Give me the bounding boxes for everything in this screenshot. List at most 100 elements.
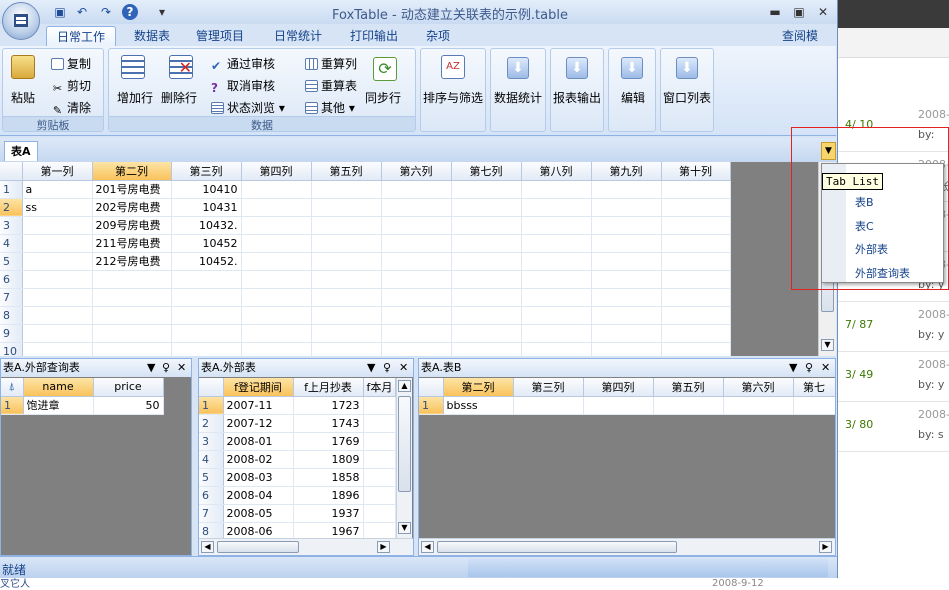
table-cell[interactable] [521,234,592,253]
report-output-button[interactable]: 报表输出 [553,89,601,106]
row-number[interactable]: 7 [199,504,224,523]
table-row[interactable]: 6 2008-04 1896 [199,486,396,505]
tab-daily-work[interactable]: 日常工作 [46,26,117,46]
table-cell[interactable] [591,252,662,271]
column-header[interactable]: price [93,378,164,397]
table-cell[interactable] [661,216,731,235]
table-cell[interactable] [591,216,662,235]
column-header[interactable]: f登记期间 [223,378,294,397]
column-header[interactable]: 第一列 [22,162,93,181]
scroll-thumb[interactable] [437,541,677,553]
table-cell[interactable] [661,324,731,343]
table-cell[interactable] [451,198,522,217]
main-data-grid[interactable]: 第一列 第二列 第三列 第四列 第五列 第六列 第七列 第八列 第九列 第十列 1 a 201号房电费… [0,162,818,356]
scroll-right-button[interactable]: ▶ [377,541,390,553]
table-cell[interactable] [381,288,452,307]
table-cell[interactable]: ss [22,198,93,217]
table-cell[interactable] [451,216,522,235]
table-cell[interactable] [521,180,592,199]
delete-row-button[interactable]: 删除行 [161,89,197,106]
recalc-column-button[interactable]: 重算列 [305,55,357,72]
clear-button[interactable]: ✎ 清除 [51,99,91,117]
table-row[interactable]: 4 2008-02 1809 [199,450,396,469]
table-cell[interactable] [381,252,452,271]
table-row[interactable]: 4 211号房电费 10452 [0,234,731,253]
table-row[interactable]: 10 [0,342,731,356]
table-cell[interactable]: a [22,180,93,199]
column-header[interactable]: name [23,378,94,397]
row-number[interactable]: 7 [0,288,23,307]
table-cell[interactable]: 2007-12 [223,414,294,433]
table-row[interactable]: 2 2007-12 1743 [199,414,396,433]
column-header[interactable]: 第二列 [92,162,172,181]
scroll-left-button[interactable]: ◀ [201,541,214,553]
table-cell[interactable]: 1896 [293,486,364,505]
table-cell[interactable] [363,486,396,505]
tab-manage-project[interactable]: 管理项目 [186,26,254,46]
table-cell[interactable]: 1858 [293,468,364,487]
tab-table-a[interactable]: 表A [4,141,38,161]
table-cell[interactable] [451,252,522,271]
table-cell[interactable] [451,270,522,289]
edit-button[interactable]: 编辑 [621,89,645,106]
table-cell[interactable]: 50 [93,396,164,415]
row-number[interactable]: 1 [419,396,444,415]
table-row[interactable]: 7 [0,288,731,307]
table-cell[interactable] [521,252,592,271]
column-header[interactable]: 第四列 [241,162,312,181]
table-cell[interactable]: bbsss [443,396,514,415]
cancel-approve-button[interactable]: ? 取消审核 [211,77,275,94]
table-cell[interactable] [451,180,522,199]
table-cell[interactable]: 1769 [293,432,364,451]
table-cell[interactable] [451,288,522,307]
column-header[interactable]: 第四列 [583,378,654,397]
table-cell[interactable] [22,216,93,235]
table-cell[interactable] [661,252,731,271]
table-cell[interactable] [661,180,731,199]
table-cell[interactable]: 1723 [293,396,364,415]
row-number[interactable]: 3 [0,216,23,235]
table-cell[interactable] [381,270,452,289]
recalc-table-button[interactable]: 重算表 [305,77,357,94]
table-cell[interactable] [241,270,312,289]
table-cell[interactable] [241,324,312,343]
table-cell[interactable]: 1937 [293,504,364,523]
table-cell[interactable] [22,288,93,307]
table-cell[interactable] [311,324,382,343]
customize-icon[interactable]: ▾ [154,4,170,20]
table-cell[interactable] [381,324,452,343]
other-button[interactable]: 其他 ▾ [305,99,355,116]
table-cell[interactable] [521,216,592,235]
table-cell[interactable] [661,270,731,289]
table-cell[interactable] [171,288,242,307]
maximize-button[interactable]: ▣ [790,4,808,20]
table-cell[interactable] [661,288,731,307]
table-cell[interactable] [381,216,452,235]
table-cell[interactable] [22,306,93,325]
table-cell[interactable] [363,396,396,415]
pin-icon[interactable]: ♀ [162,359,170,377]
row-number[interactable]: 5 [199,468,224,487]
column-header[interactable]: 第二列 [443,378,514,397]
minimize-button[interactable]: ▬ [766,4,784,20]
table-cell[interactable] [363,414,396,433]
close-icon[interactable]: ✕ [399,359,408,377]
table-cell[interactable] [92,324,172,343]
table-cell[interactable] [451,306,522,325]
table-cell[interactable]: 10452. [171,252,242,271]
table-cell[interactable] [723,396,794,415]
row-number[interactable]: 2 [0,198,23,217]
cut-button[interactable]: ✂ 剪切 [51,77,91,95]
table-cell[interactable] [241,288,312,307]
pane-vertical-scrollbar[interactable]: ▲ ▼ [396,378,412,539]
table-cell[interactable] [22,342,93,356]
table-row[interactable]: 3 209号房电费 10432. [0,216,731,235]
table-cell[interactable]: 10452 [171,234,242,253]
table-cell[interactable]: 10432. [171,216,242,235]
table-cell[interactable] [381,342,452,356]
pin-icon[interactable]: ♀ [805,359,813,377]
close-button[interactable]: ✕ [814,4,832,20]
tab-print-output[interactable]: 打印输出 [340,26,408,46]
table-cell[interactable] [241,234,312,253]
table-cell[interactable]: 209号房电费 [92,216,172,235]
